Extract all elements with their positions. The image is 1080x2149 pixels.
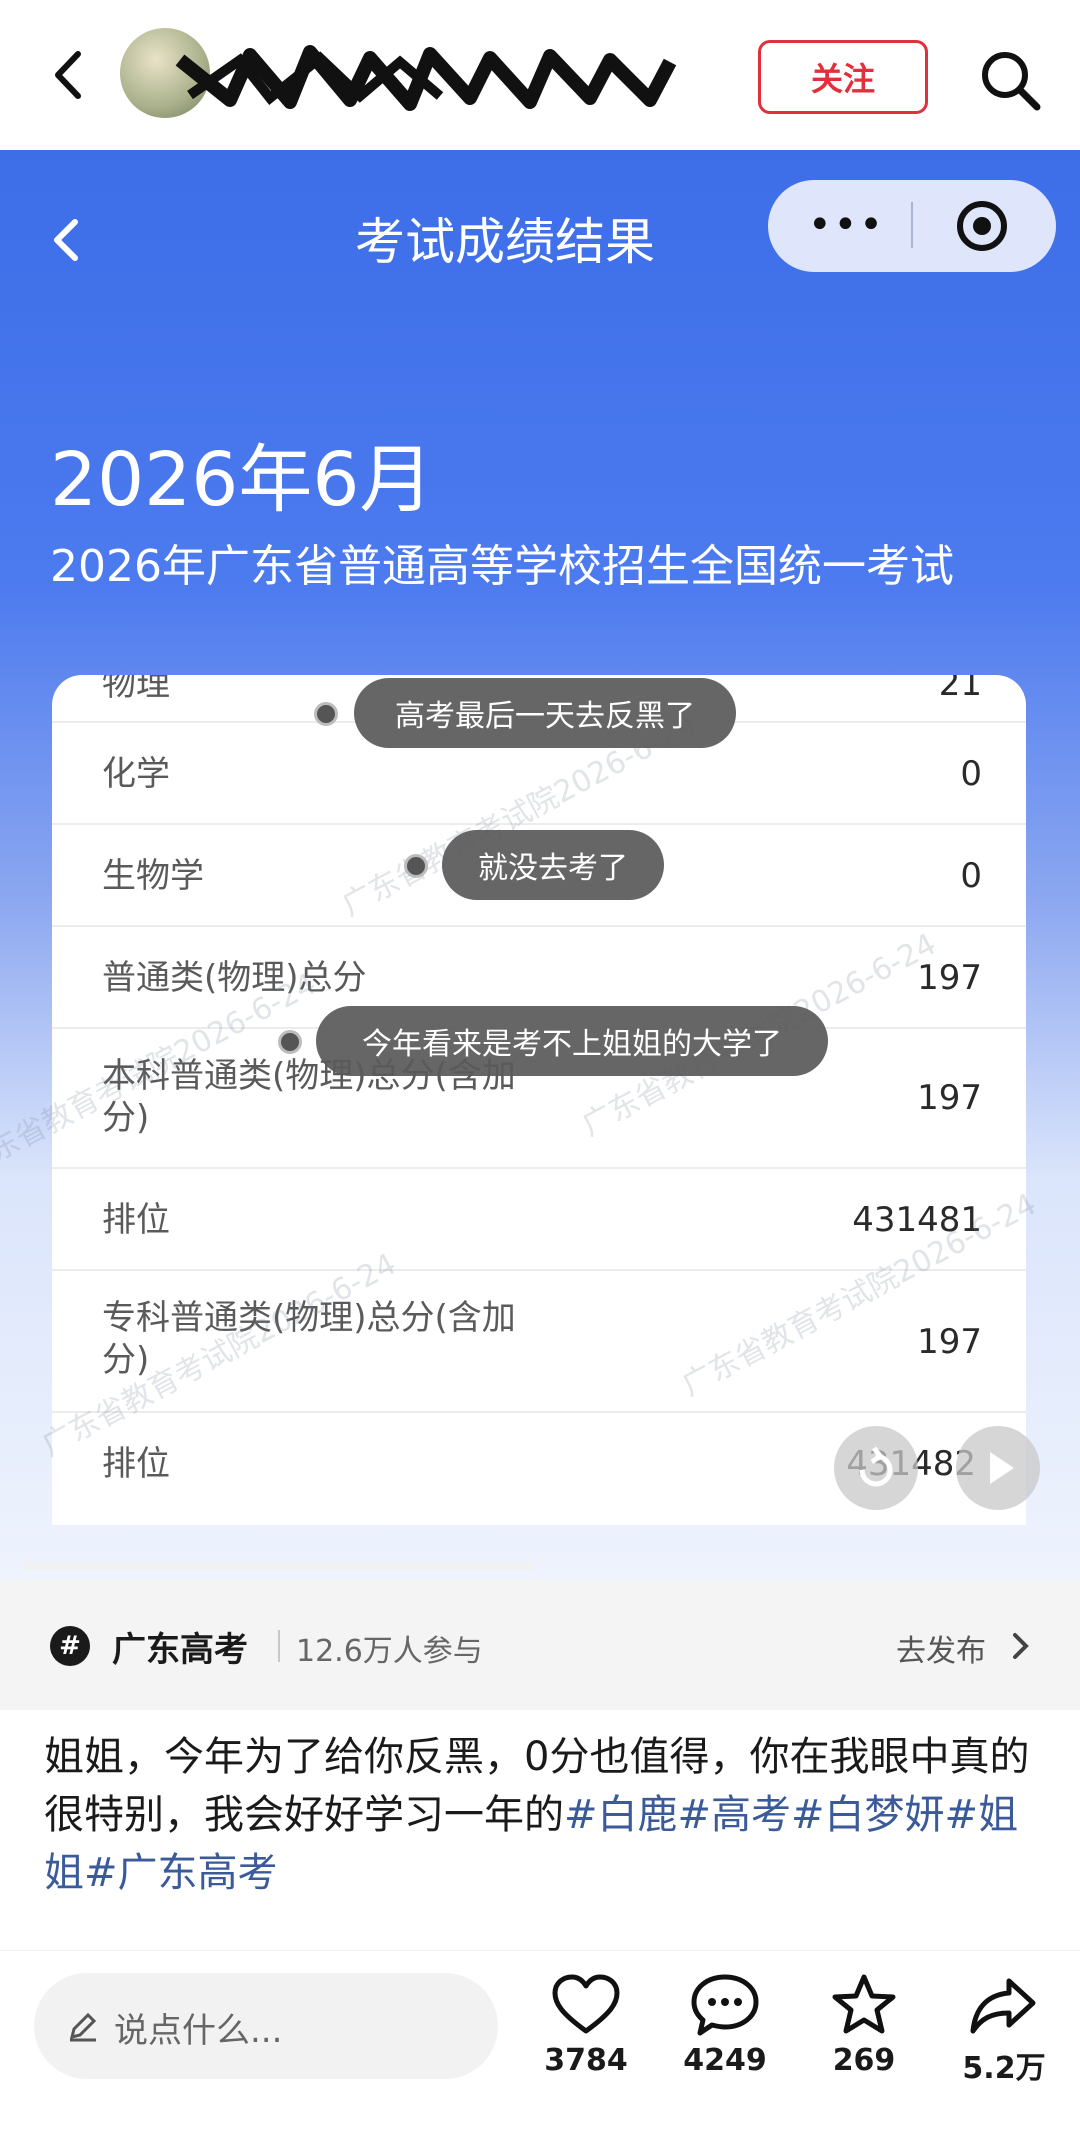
exam-name: 2026年广东省普通高等学校招生全国统一考试 bbox=[50, 541, 954, 592]
score-row: 专科普通类(物理)总分(含加分) 197 bbox=[52, 1271, 1026, 1413]
favorite-count: 269 bbox=[832, 2043, 896, 2078]
post-text: 姐姐，今年为了给你反黑，0分也值得，你在我眼中真的很特别，我会好好学习一年的#白… bbox=[44, 1728, 1044, 1902]
miniapp-capsule: ••• bbox=[768, 180, 1056, 272]
row-value: 197 bbox=[917, 1078, 982, 1118]
row-label: 专科普通类(物理)总分(含加分) bbox=[102, 1298, 516, 1380]
image-progress-bar bbox=[24, 1562, 534, 1570]
row-value: 197 bbox=[917, 958, 982, 998]
publish-link[interactable]: 去发布 bbox=[896, 1626, 986, 1670]
topic-divider bbox=[278, 1630, 280, 1662]
hashtag-link[interactable]: #白鹿 bbox=[564, 1792, 678, 1838]
rotate-icon bbox=[859, 1446, 893, 1487]
share-count: 5.2万 bbox=[962, 2051, 1046, 2086]
danmu-avatar-dot bbox=[278, 1030, 302, 1054]
pen-icon bbox=[69, 2012, 97, 2042]
star-icon bbox=[832, 1974, 896, 2034]
row-value: 431481 bbox=[852, 1200, 982, 1240]
comment-input[interactable]: 说点什么... bbox=[34, 1973, 498, 2079]
share-icon bbox=[970, 1978, 1036, 2034]
share-button[interactable]: 5.2万 bbox=[934, 1973, 1074, 2093]
play-button[interactable] bbox=[956, 1426, 1040, 1510]
bottom-action-bar: 说点什么... 3784 4249 269 5.2万 bbox=[0, 1950, 1080, 2149]
rotate-button[interactable] bbox=[834, 1426, 918, 1510]
hashtag-link[interactable]: #高考 bbox=[678, 1792, 792, 1838]
row-label: 化学 bbox=[102, 754, 170, 794]
comment-icon bbox=[691, 1974, 759, 2036]
topic-name[interactable]: 广东高考 bbox=[112, 1622, 248, 1671]
post-header: 关注 bbox=[0, 0, 1080, 150]
target-icon bbox=[957, 201, 1007, 251]
score-screenshot[interactable]: 考试成绩结果 ••• 2026年6月 2026年广东省普通高等学校招生全国统一考… bbox=[0, 150, 1080, 1580]
follow-button[interactable]: 关注 bbox=[758, 40, 928, 114]
like-count: 3784 bbox=[544, 2043, 628, 2078]
search-icon[interactable] bbox=[975, 45, 1045, 115]
chevron-right-icon[interactable] bbox=[1010, 1630, 1032, 1662]
hashtag-icon: # bbox=[50, 1626, 90, 1666]
row-value: 21 bbox=[938, 675, 982, 704]
capsule-divider bbox=[911, 202, 913, 248]
hashtag-link[interactable]: #白梦妍 bbox=[791, 1792, 945, 1838]
danmu-bubble[interactable]: 高考最后一天去反黑了 bbox=[354, 678, 736, 748]
back-icon[interactable] bbox=[40, 40, 100, 110]
like-button[interactable]: 3784 bbox=[516, 1973, 656, 2093]
play-icon bbox=[990, 1452, 1014, 1484]
score-card: 物理 21 化学 0 生物学 0 普通类(物理)总分 197 本科普通类(物理)… bbox=[52, 675, 1026, 1525]
topic-participants: 12.6万人参与 bbox=[296, 1634, 483, 1669]
row-value: 0 bbox=[960, 754, 982, 794]
post-page: 关注 考试成绩结果 ••• 2026年6月 2026年广东省普通高等学校招生全国… bbox=[0, 0, 1080, 2149]
row-label: 排位 bbox=[102, 1444, 170, 1484]
comment-placeholder: 说点什么... bbox=[114, 2011, 283, 2051]
row-value: 197 bbox=[917, 1322, 982, 1362]
more-dots-icon: ••• bbox=[808, 202, 885, 248]
row-label: 排位 bbox=[102, 1200, 170, 1240]
row-value: 0 bbox=[960, 856, 982, 896]
danmu-avatar-dot bbox=[404, 854, 428, 878]
comment-button[interactable]: 4249 bbox=[655, 1973, 795, 2093]
redacted-username bbox=[175, 45, 677, 111]
comment-count: 4249 bbox=[683, 2043, 767, 2078]
score-row: 排位 431481 bbox=[52, 1169, 1026, 1271]
exam-date: 2026年6月 bbox=[50, 437, 434, 523]
hashtag-link[interactable]: #广东高考 bbox=[84, 1850, 278, 1896]
danmu-avatar-dot bbox=[314, 702, 338, 726]
topic-bar[interactable]: # 广东高考 12.6万人参与 去发布 bbox=[0, 1580, 1080, 1710]
row-label: 普通类(物理)总分 bbox=[102, 958, 367, 998]
heart-icon bbox=[552, 1974, 620, 2034]
danmu-bubble[interactable]: 今年看来是考不上姐姐的大学了 bbox=[316, 1006, 828, 1076]
danmu-bubble[interactable]: 就没去考了 bbox=[442, 830, 664, 900]
favorite-button[interactable]: 269 bbox=[794, 1973, 934, 2093]
